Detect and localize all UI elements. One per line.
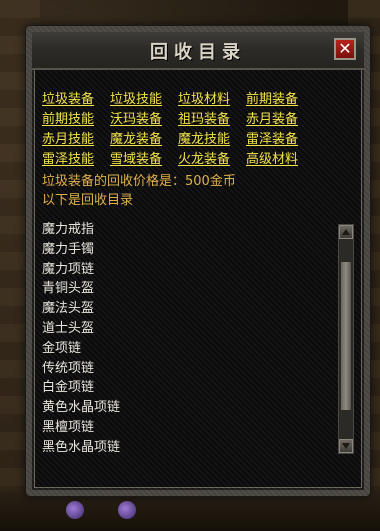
catalog-heading: 以下是回收目录 [42,193,134,208]
close-icon[interactable]: ✕ [338,39,351,58]
category-link-row: 前期技能 沃玛装备 祖玛装备 赤月装备 [42,110,356,130]
recycle-price-text: 垃圾装备的回收价格是：500金币 [42,174,236,189]
category-link[interactable]: 垃圾材料 [178,90,238,110]
close-button[interactable]: ✕ [334,38,356,60]
scroll-down-button[interactable] [339,439,353,453]
category-link[interactable]: 雷泽技能 [42,150,102,170]
hotbar-orb-icon [66,501,84,519]
recycle-catalog-dialog: 回收目录 ✕ 垃圾装备 垃圾技能 垃圾材料 前期装备 前期技能 沃玛装备 祖玛装… [26,26,370,496]
scroll-thumb[interactable] [340,261,352,411]
list-item: 道士头盔 [42,320,95,336]
dialog-titlebar: 回收目录 ✕ [32,32,364,70]
game-scene: 回收目录 ✕ 垃圾装备 垃圾技能 垃圾材料 前期装备 前期技能 沃玛装备 祖玛装… [0,0,380,531]
category-link-row: 赤月技能 魔龙装备 魔龙技能 雷泽装备 [42,130,356,150]
list-item: 青铜头盔 [42,281,95,297]
scroll-up-button[interactable] [339,225,353,239]
chevron-up-icon [342,229,350,235]
chevron-down-icon [342,443,350,449]
list-item: 金项链 [42,340,82,356]
category-link[interactable]: 魔龙装备 [110,130,170,150]
category-link-row: 垃圾装备 垃圾技能 垃圾材料 前期装备 [42,90,356,110]
list-item: 黑色水晶项链 [42,439,121,452]
category-link[interactable]: 雪域装备 [110,150,170,170]
list-item: 黑檀项链 [42,419,95,435]
category-link[interactable]: 魔龙技能 [178,130,238,150]
category-link[interactable]: 高级材料 [246,150,306,170]
category-link[interactable]: 雷泽装备 [246,130,306,150]
category-link[interactable]: 垃圾装备 [42,90,102,110]
list-item: 传统项链 [42,360,95,376]
category-link[interactable]: 赤月装备 [246,110,306,130]
category-link-row: 雷泽技能 雪域装备 火龙装备 高级材料 [42,150,356,170]
dialog-content: 垃圾装备 垃圾技能 垃圾材料 前期装备 前期技能 沃玛装备 祖玛装备 赤月装备 … [42,90,356,210]
background-hotbar [0,491,380,531]
category-link[interactable]: 垃圾技能 [110,90,170,110]
list-item: 魔法头盔 [42,301,95,317]
category-link[interactable]: 前期技能 [42,110,102,130]
list-item: 白金项链 [42,380,95,396]
list-scrollbar[interactable] [338,224,354,454]
category-link[interactable]: 祖玛装备 [178,110,238,130]
category-link[interactable]: 火龙装备 [178,150,238,170]
category-link[interactable]: 沃玛装备 [110,110,170,130]
category-link[interactable]: 前期装备 [246,90,306,110]
list-item: 魔力项链 [42,261,95,277]
dialog-title: 回收目录 [150,42,246,63]
category-link[interactable]: 赤月技能 [42,130,102,150]
hotbar-orb-icon [118,501,136,519]
list-item: 魔力戒指 [42,222,95,237]
recycle-item-list[interactable]: 魔力戒指 魔力手镯 魔力项链 青铜头盔 魔法头盔 道士头盔 金项链 传统项链 白… [42,220,342,452]
list-item: 魔力手镯 [42,241,95,257]
list-item: 黄色水晶项链 [42,400,121,416]
